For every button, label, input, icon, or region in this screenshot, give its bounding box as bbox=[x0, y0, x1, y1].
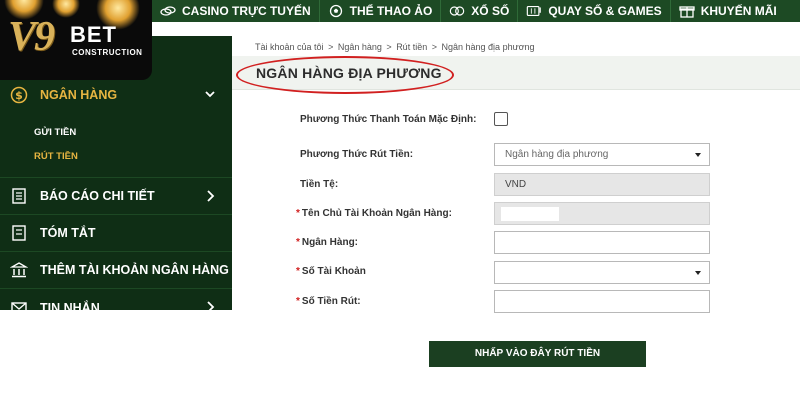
account-number-label-text: Số Tài Khoản bbox=[301, 266, 366, 277]
top-navigation: CASINO TRỰC TUYẾN THỂ THAO ẢO XỔ SỐ QUAY… bbox=[152, 0, 800, 22]
firework-decoration bbox=[52, 0, 80, 18]
chevron-down-icon bbox=[205, 91, 215, 98]
nav-virtual-sports[interactable]: THỂ THAO ẢO bbox=[320, 0, 442, 22]
nav-lottery-label: XỔ SỐ bbox=[471, 4, 510, 18]
masked-account-holder-name bbox=[501, 207, 559, 221]
chips-icon bbox=[160, 6, 176, 16]
nav-virtual-sports-label: THỂ THAO ẢO bbox=[349, 4, 433, 18]
bank-name-label-text: Ngân Hàng: bbox=[301, 237, 359, 248]
breadcrumb-separator: > bbox=[431, 42, 437, 52]
required-mark: * bbox=[296, 266, 300, 277]
brand-logo[interactable]: V9 BET CONSTRUCTION bbox=[0, 0, 152, 80]
account-holder-field bbox=[494, 202, 710, 225]
submenu-deposit[interactable]: GỬI TIỀN bbox=[34, 121, 232, 145]
account-holder-label-text: Tên Chủ Tài Khoản Ngân Hàng: bbox=[301, 208, 452, 219]
nav-lottery[interactable]: XỔ SỐ bbox=[441, 0, 519, 22]
summary-icon bbox=[12, 225, 26, 241]
bank-name-input[interactable] bbox=[494, 231, 710, 254]
logo-bet: BET bbox=[70, 22, 117, 47]
chevron-right-icon bbox=[207, 301, 215, 313]
chevron-right-icon bbox=[207, 190, 215, 202]
sidebar-item-bank[interactable]: $ NGÂN HÀNG bbox=[0, 76, 232, 113]
caret-down-icon bbox=[695, 271, 701, 275]
logo-v9: V9 bbox=[8, 14, 55, 60]
required-mark: * bbox=[296, 208, 300, 219]
breadcrumb-separator: > bbox=[386, 42, 392, 52]
breadcrumb-separator: > bbox=[328, 42, 334, 52]
amount-label-text: Số Tiền Rút: bbox=[301, 296, 361, 307]
bank-submenu: GỬI TIỀN RÚT TIỀN bbox=[0, 113, 232, 178]
sidebar-item-bank-label: NGÂN HÀNG bbox=[40, 87, 118, 102]
nav-casino[interactable]: CASINO TRỰC TUYẾN bbox=[152, 0, 320, 22]
page-root: V9 BET CONSTRUCTION CASINO TRỰC TUYẾN TH… bbox=[0, 0, 800, 400]
envelope-icon bbox=[11, 301, 27, 314]
report-icon bbox=[12, 188, 26, 204]
withdraw-method-select[interactable]: Ngân hàng địa phương bbox=[494, 143, 710, 166]
bank-icon bbox=[10, 262, 28, 278]
slot-machine-icon bbox=[527, 5, 542, 17]
sidebar-item-summary[interactable]: TÓM TẮT bbox=[0, 215, 232, 252]
withdraw-method-value: Ngân hàng địa phương bbox=[505, 149, 609, 160]
withdraw-method-label: Phương Thức Rút Tiền: bbox=[300, 149, 414, 160]
highlight-annotation bbox=[236, 56, 454, 94]
sidebar-item-add-bank[interactable]: THÊM TÀI KHOẢN NGÂN HÀNG bbox=[0, 252, 232, 289]
sidebar-item-add-bank-label: THÊM TÀI KHOẢN NGÂN HÀNG bbox=[40, 263, 229, 277]
submenu-withdraw[interactable]: RÚT TIỀN bbox=[34, 145, 232, 169]
breadcrumb-my-account[interactable]: Tài khoản của tôi bbox=[255, 42, 324, 52]
default-payment-checkbox[interactable] bbox=[494, 112, 508, 126]
svg-text:$: $ bbox=[15, 89, 23, 102]
sidebar-item-report-label: BÁO CÁO CHI TIẾT bbox=[40, 189, 155, 203]
required-mark: * bbox=[296, 237, 300, 248]
withdraw-submit-button[interactable]: NHẤP VÀO ĐÂY RÚT TIỀN bbox=[429, 341, 646, 367]
nav-casino-label: CASINO TRỰC TUYẾN bbox=[182, 4, 311, 18]
sidebar-item-summary-label: TÓM TẮT bbox=[40, 226, 96, 240]
amount-input[interactable] bbox=[494, 290, 710, 313]
lottery-icon bbox=[450, 6, 465, 16]
currency-value: VND bbox=[505, 179, 527, 190]
nav-games[interactable]: QUAY SỐ & GAMES bbox=[518, 0, 671, 22]
currency-label: Tiền Tệ: bbox=[300, 179, 339, 190]
amount-label: * Số Tiền Rút: bbox=[296, 296, 361, 307]
bank-name-label: * Ngân Hàng: bbox=[296, 237, 358, 248]
required-mark: * bbox=[296, 296, 300, 307]
gift-icon bbox=[679, 6, 695, 18]
nav-games-label: QUAY SỐ & GAMES bbox=[548, 4, 662, 18]
account-number-label: * Số Tài Khoản bbox=[296, 266, 366, 277]
nav-promotions[interactable]: KHUYẾN MÃI bbox=[671, 0, 785, 22]
breadcrumb-withdraw[interactable]: Rút tiền bbox=[396, 42, 427, 52]
default-payment-label: Phương Thức Thanh Toán Mặc Định: bbox=[300, 114, 477, 125]
dollar-coin-icon: $ bbox=[10, 86, 28, 103]
nav-promotions-label: KHUYẾN MÃI bbox=[700, 4, 777, 18]
sidebar-item-messages-label: TIN NHẮN bbox=[40, 300, 100, 315]
currency-field: VND bbox=[494, 173, 710, 196]
account-number-select[interactable] bbox=[494, 261, 710, 284]
soccer-ball-icon bbox=[329, 4, 342, 18]
account-holder-label: * Tên Chủ Tài Khoản Ngân Hàng: bbox=[296, 208, 452, 219]
logo-subtitle: CONSTRUCTION bbox=[72, 48, 143, 57]
sidebar-item-messages[interactable]: TIN NHẮN bbox=[0, 289, 232, 326]
breadcrumb: Tài khoản của tôi > Ngân hàng > Rút tiền… bbox=[255, 42, 537, 52]
sidebar-item-report[interactable]: BÁO CÁO CHI TIẾT bbox=[0, 178, 232, 215]
caret-down-icon bbox=[695, 153, 701, 157]
breadcrumb-bank[interactable]: Ngân hàng bbox=[338, 42, 382, 52]
breadcrumb-local-bank: Ngân hàng địa phương bbox=[441, 42, 535, 52]
